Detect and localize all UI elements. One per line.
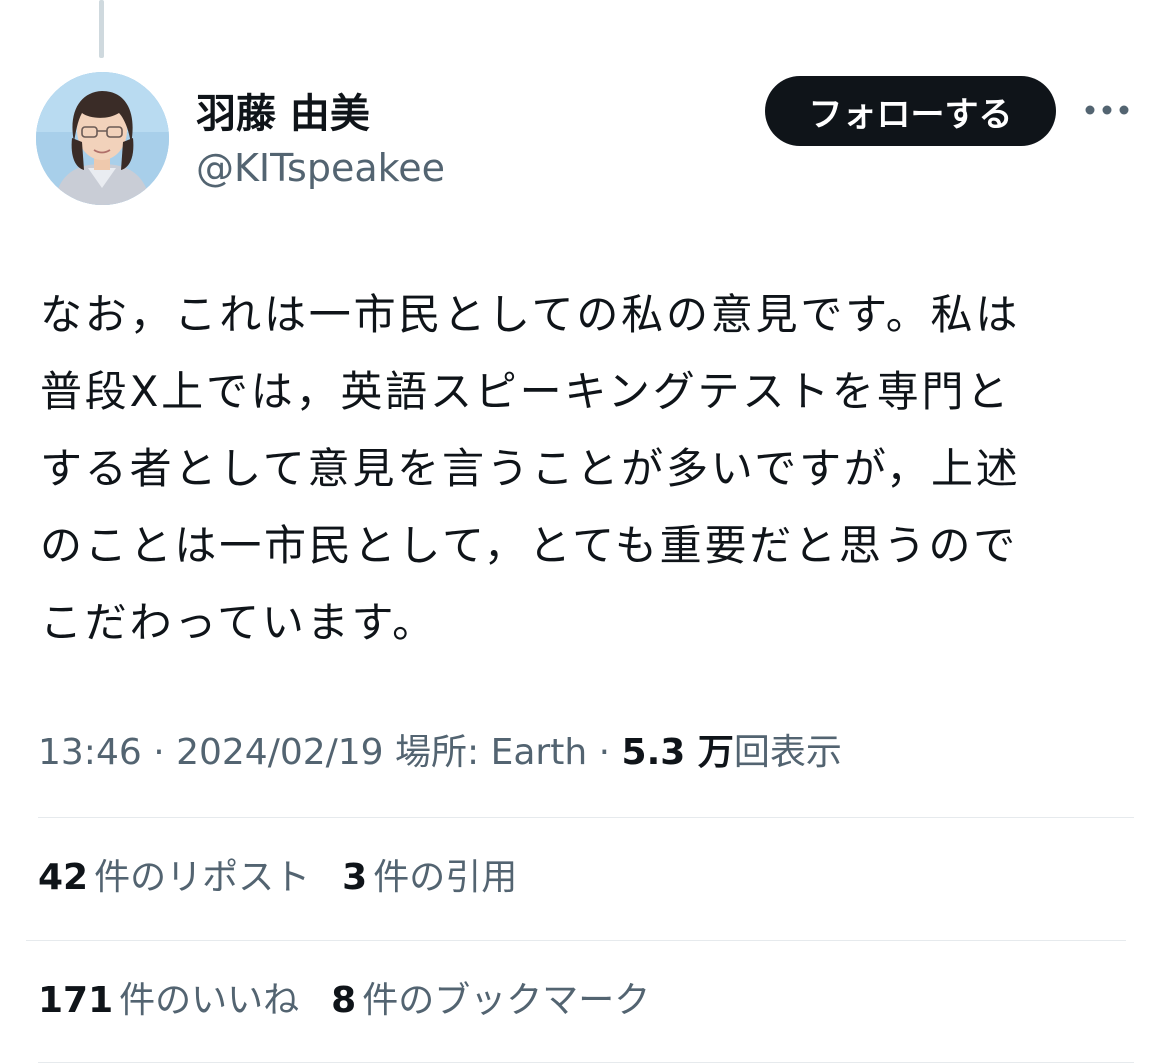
more-options-button[interactable] [1082, 92, 1132, 128]
reposts-stat[interactable]: 42 件のリポスト [38, 853, 310, 903]
quotes-count: 3 [342, 857, 368, 898]
quotes-stat[interactable]: 3 件の引用 [342, 853, 517, 903]
bookmarks-count: 8 [331, 980, 357, 1021]
bookmarks-label: 件のブックマーク [362, 980, 651, 1021]
quotes-label: 件の引用 [373, 857, 518, 898]
tweet-time[interactable]: 13:46 [38, 732, 142, 773]
tweet-date[interactable]: 2024/02/19 [176, 732, 384, 773]
tweet-text-line: こだわっています。 [40, 598, 437, 647]
likes-stat[interactable]: 171 件のいいね [38, 976, 299, 1026]
tweet-text-line: なお，これは一市民としての私の意見です。私は [40, 290, 1021, 339]
likes-count: 171 [38, 980, 114, 1021]
bookmarks-stat[interactable]: 8 件のブックマーク [331, 976, 650, 1026]
tweet-text-line: 普段X上では，英語スピーキングテストを専門と [40, 367, 1012, 416]
thread-connector-line [99, 0, 104, 58]
engagement-row-reposts: 42 件のリポスト 3 件の引用 [38, 853, 549, 903]
user-avatar-photo-icon [36, 72, 169, 205]
avatar[interactable] [36, 72, 169, 205]
divider [26, 940, 1126, 941]
tweet-body: なお，これは一市民としての私の意見です。私は 普段X上では，英語スピーキングテス… [40, 276, 1130, 661]
divider [38, 1062, 1134, 1063]
reposts-count: 42 [38, 857, 89, 898]
tweet-text-line: する者として意見を言うことが多いですが，上述 [40, 444, 1021, 493]
views-label: 回表示 [733, 732, 842, 773]
meta-separator: · [141, 732, 177, 773]
reposts-label: 件のリポスト [94, 857, 311, 898]
meta-separator: · [587, 732, 622, 773]
author-handle[interactable]: @KITspeakee [196, 144, 445, 192]
tweet-metadata: 13:46 · 2024/02/19 場所: Earth · 5.3 万回表示 [38, 727, 842, 779]
author-display-name[interactable]: 羽藤 由美 [196, 88, 370, 140]
divider [38, 817, 1134, 818]
follow-button[interactable]: フォローする [765, 76, 1056, 146]
views-count: 5.3 万 [621, 732, 734, 773]
likes-label: 件のいいね [119, 980, 300, 1021]
tweet-location: 場所: Earth [395, 732, 588, 773]
tweet-text-line: のことは一市民として，とても重要だと思うので [40, 521, 1019, 570]
engagement-row-likes: 171 件のいいね 8 件のブックマーク [38, 976, 682, 1026]
more-horizontal-icon [1085, 105, 1129, 115]
